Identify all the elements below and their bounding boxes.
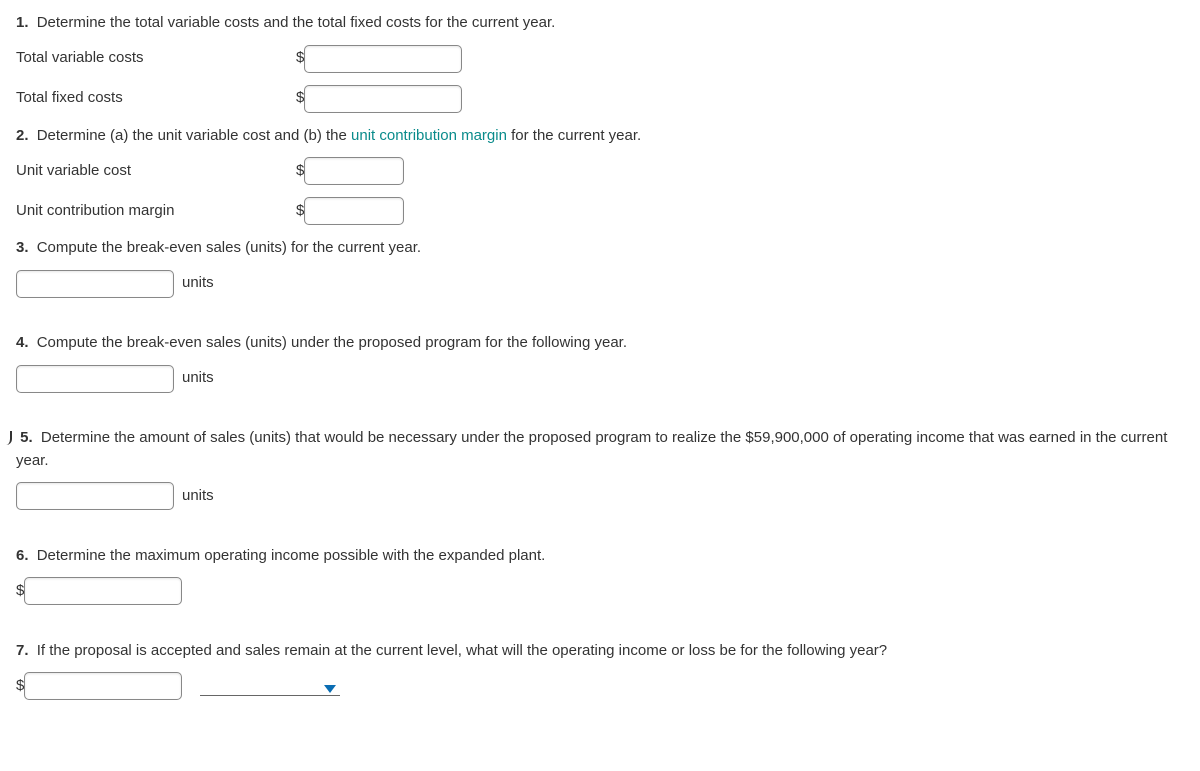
- q3-prompt: 3. Compute the break-even sales (units) …: [16, 237, 1184, 260]
- q3-text: Compute the break-even sales (units) for…: [37, 239, 421, 256]
- q2-unit-variable-label: Unit variable cost: [16, 160, 296, 183]
- question-1: 1. Determine the total variable costs an…: [16, 12, 1184, 113]
- q2-row-ucm: Unit contribution margin $: [16, 197, 1184, 225]
- q3-number: 3.: [16, 239, 29, 256]
- q7-number: 7.: [16, 642, 29, 659]
- q5-units-label: units: [182, 485, 214, 508]
- q7-text: If the proposal is accepted and sales re…: [37, 642, 887, 659]
- q1-number: 1.: [16, 14, 29, 31]
- question-3: 3. Compute the break-even sales (units) …: [16, 237, 1184, 298]
- q2-unit-contribution-input[interactable]: [304, 197, 404, 225]
- q6-prompt: 6. Determine the maximum operating incom…: [16, 545, 1184, 568]
- q5-input-row: units: [16, 482, 1184, 510]
- q1-total-variable-label: Total variable costs: [16, 47, 296, 70]
- q2-prompt: 2. Determine (a) the unit variable cost …: [16, 125, 1184, 148]
- q6-text: Determine the maximum operating income p…: [37, 547, 546, 564]
- q3-units-input[interactable]: [16, 270, 174, 298]
- chevron-down-icon: [324, 685, 336, 693]
- question-4: 4. Compute the break-even sales (units) …: [16, 332, 1184, 393]
- currency-symbol: $: [296, 87, 304, 110]
- question-7: 7. If the proposal is accepted and sales…: [16, 640, 1184, 701]
- q1-total-fixed-input[interactable]: [304, 85, 462, 113]
- q1-total-fixed-label: Total fixed costs: [16, 87, 296, 110]
- q3-units-label: units: [182, 272, 214, 295]
- q4-input-row: units: [16, 365, 1184, 393]
- q4-number: 4.: [16, 334, 29, 351]
- q1-total-variable-input[interactable]: [304, 45, 462, 73]
- currency-symbol: $: [16, 580, 24, 603]
- q2-row-uvc: Unit variable cost $: [16, 157, 1184, 185]
- q2-unit-variable-input[interactable]: [304, 157, 404, 185]
- q1-row-variable: Total variable costs $: [16, 45, 1184, 73]
- currency-symbol: $: [296, 47, 304, 70]
- q6-input-row: $: [16, 577, 1184, 605]
- currency-symbol: $: [296, 200, 304, 223]
- q5-units-input[interactable]: [16, 482, 174, 510]
- q7-prompt: 7. If the proposal is accepted and sales…: [16, 640, 1184, 663]
- question-2: 2. Determine (a) the unit variable cost …: [16, 125, 1184, 226]
- q4-prompt: 4. Compute the break-even sales (units) …: [16, 332, 1184, 355]
- q7-input-row: $: [16, 672, 1184, 700]
- currency-symbol: $: [16, 675, 24, 698]
- q5-text: Determine the amount of sales (units) th…: [16, 429, 1167, 469]
- q1-row-fixed: Total fixed costs $: [16, 85, 1184, 113]
- q1-prompt: 1. Determine the total variable costs an…: [16, 12, 1184, 35]
- q3-input-row: units: [16, 270, 1184, 298]
- q4-units-input[interactable]: [16, 365, 174, 393]
- question-5: 5. Determine the amount of sales (units)…: [16, 427, 1184, 510]
- q6-number: 6.: [16, 547, 29, 564]
- partial-bracket-icon: [6, 431, 12, 445]
- q6-income-input[interactable]: [24, 577, 182, 605]
- question-6: 6. Determine the maximum operating incom…: [16, 545, 1184, 606]
- currency-symbol: $: [296, 160, 304, 183]
- q2-text-b: for the current year.: [507, 127, 641, 144]
- q5-prompt: 5. Determine the amount of sales (units)…: [16, 427, 1184, 472]
- q2-text-a: Determine (a) the unit variable cost and…: [37, 127, 351, 144]
- q5-number: 5.: [20, 429, 33, 446]
- q4-text: Compute the break-even sales (units) und…: [37, 334, 627, 351]
- q4-units-label: units: [182, 367, 214, 390]
- q7-income-loss-select[interactable]: [200, 676, 340, 696]
- unit-contribution-margin-link[interactable]: unit contribution margin: [351, 127, 507, 144]
- q1-text: Determine the total variable costs and t…: [37, 14, 556, 31]
- q7-income-input[interactable]: [24, 672, 182, 700]
- q2-unit-contribution-label: Unit contribution margin: [16, 200, 296, 223]
- q2-number: 2.: [16, 127, 29, 144]
